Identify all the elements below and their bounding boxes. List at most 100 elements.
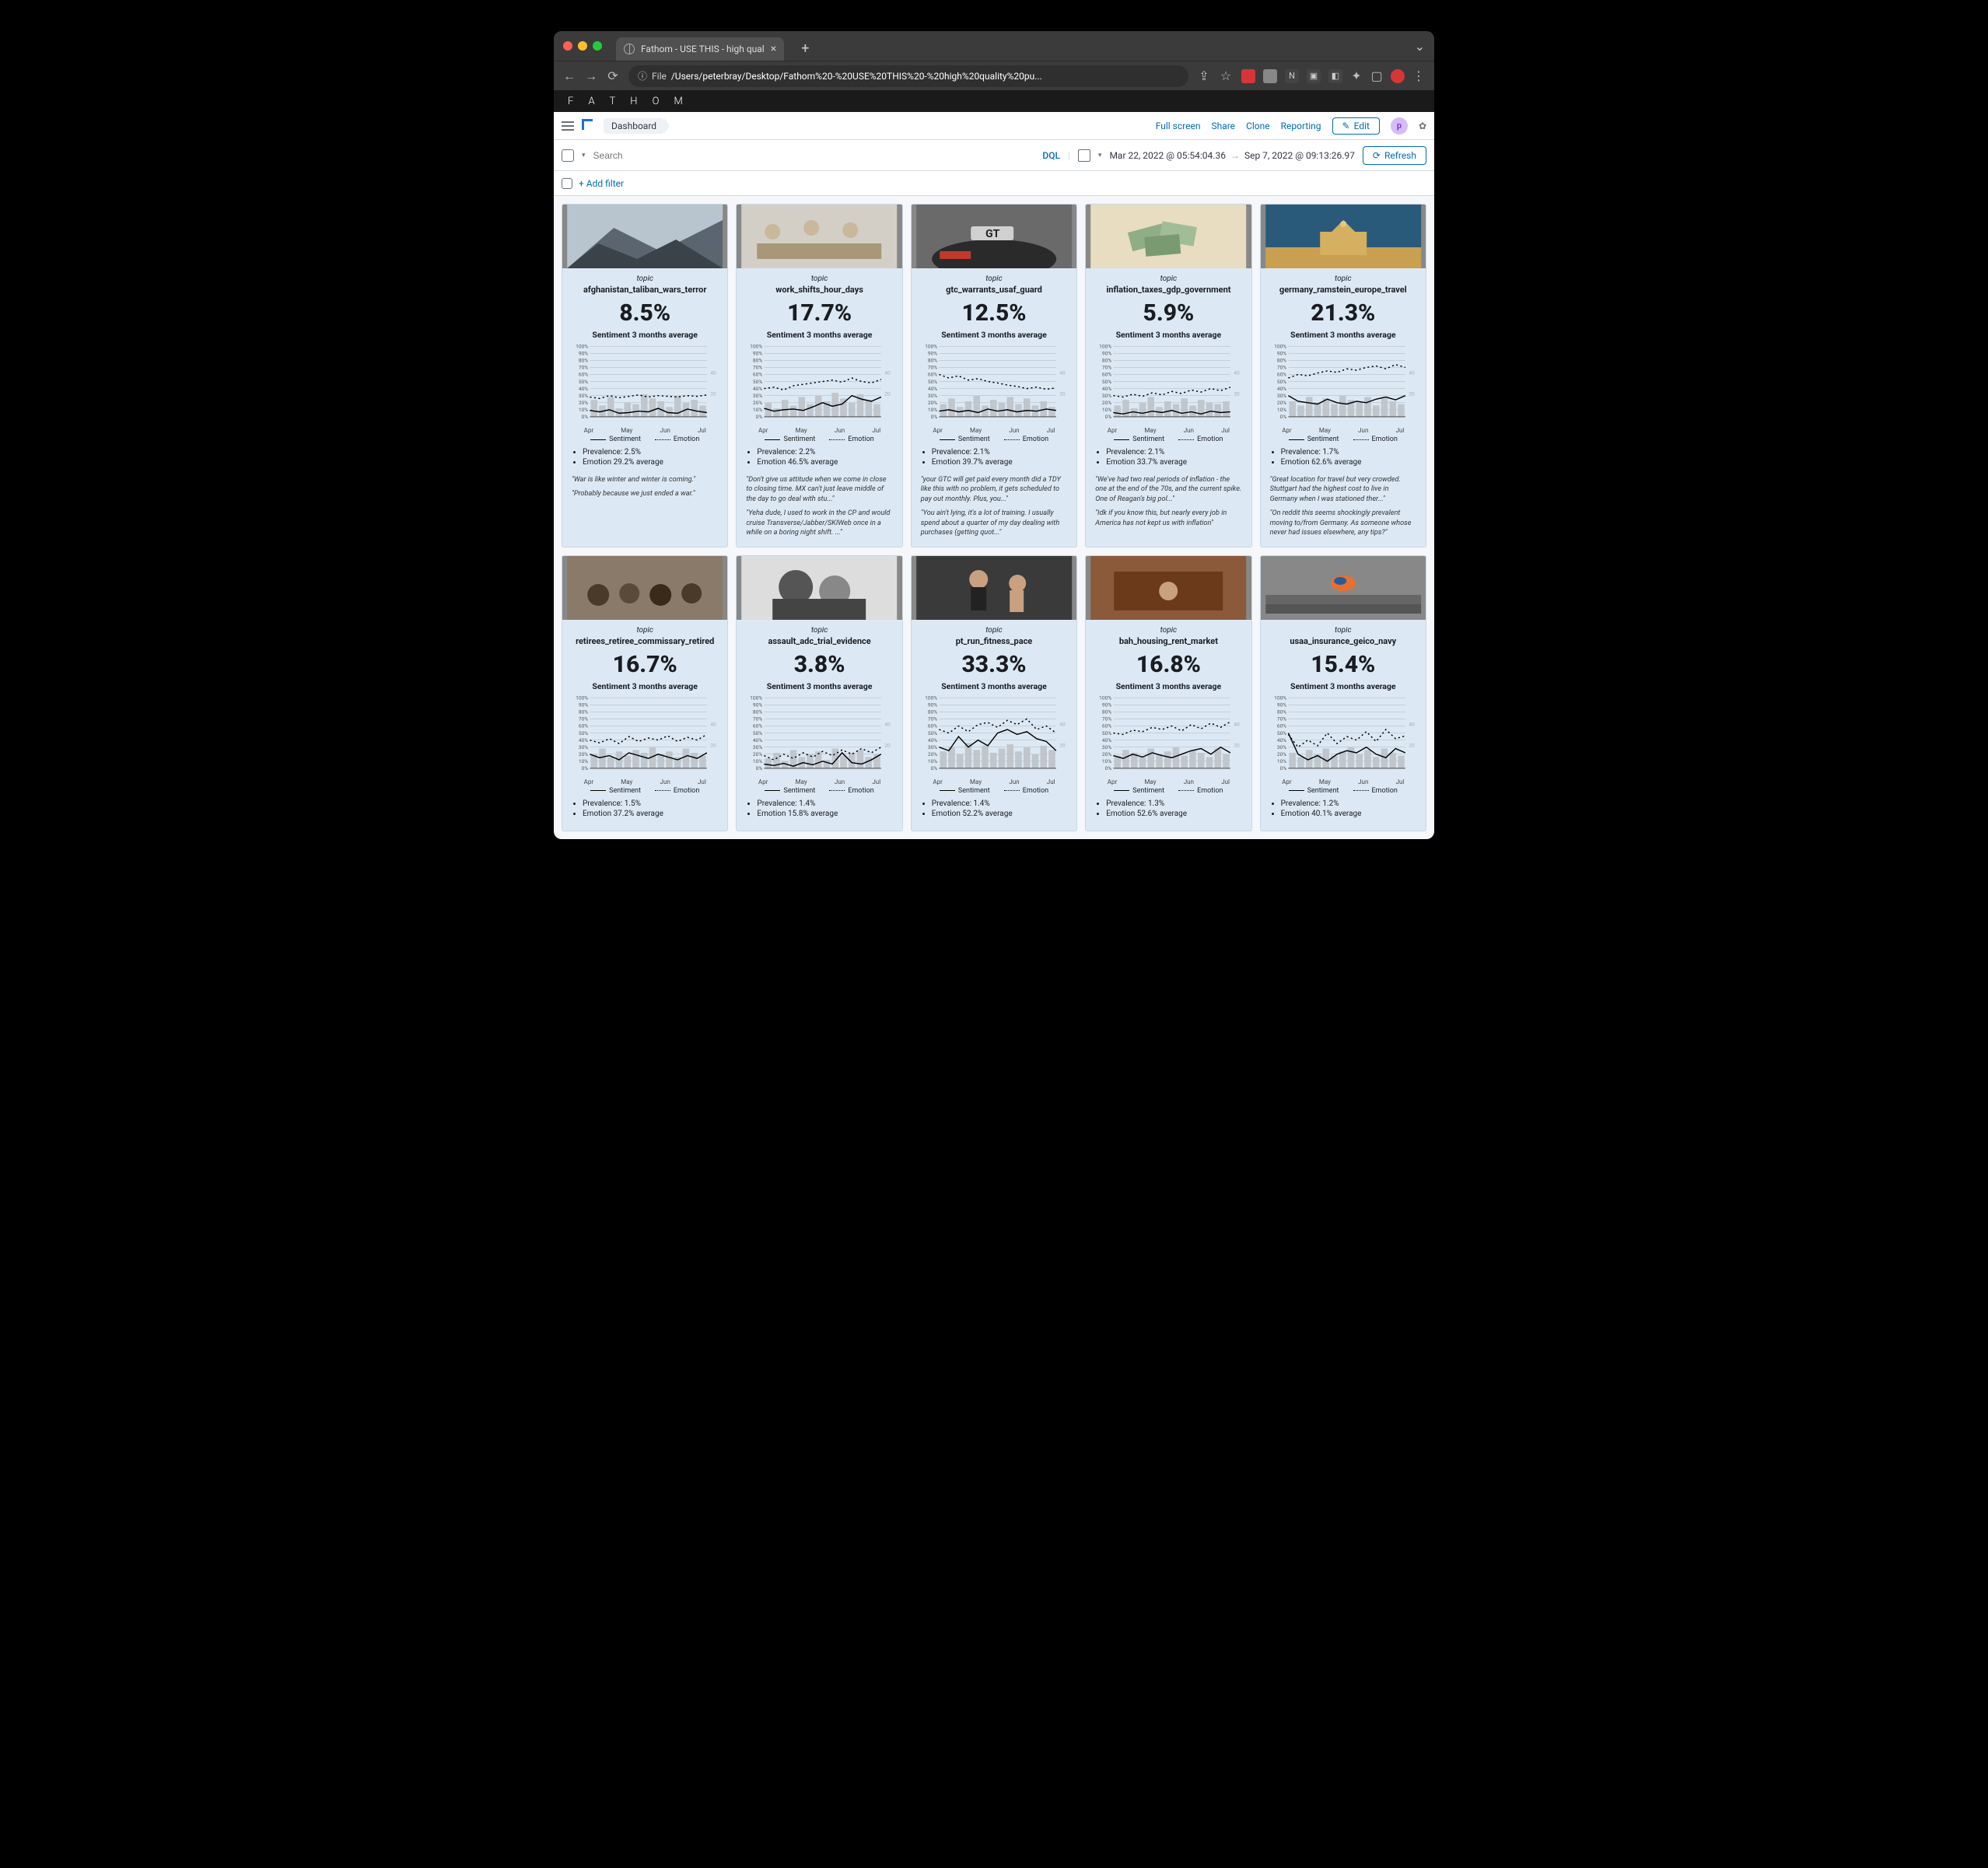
prevalence-value: Prevalence: 2.5%: [583, 448, 716, 457]
dotted-line-icon: [1353, 439, 1369, 440]
topic-card[interactable]: topic germany_ramstein_europe_travel 21.…: [1260, 204, 1426, 547]
svg-text:40: 40: [1234, 721, 1240, 727]
svg-text:40%: 40%: [579, 386, 588, 392]
emotion-value: Emotion 46.5% average: [757, 458, 891, 467]
extension-icon[interactable]: [1241, 69, 1255, 83]
extension-icon[interactable]: N: [1285, 69, 1299, 83]
star-icon[interactable]: ☆: [1220, 70, 1232, 82]
extension-icon[interactable]: ◧: [1328, 69, 1342, 83]
titlebar: Fathom - USE THIS - high qual × + ⌄: [554, 31, 1434, 61]
profile-icon[interactable]: [1391, 69, 1405, 83]
minimize-window-button[interactable]: [578, 41, 587, 51]
panel-icon[interactable]: ▢: [1370, 70, 1383, 82]
add-filter-link[interactable]: + Add filter: [579, 178, 624, 189]
svg-text:40: 40: [1059, 721, 1066, 727]
refresh-button[interactable]: ⟳ Refresh: [1363, 146, 1426, 165]
menu-icon[interactable]: ⋮: [1412, 70, 1425, 82]
solid-line-icon: [1114, 790, 1129, 791]
sentiment-pct: 16.7%: [570, 651, 719, 678]
dql-toggle[interactable]: DQL: [1042, 150, 1060, 161]
topic-label: topic: [1269, 626, 1418, 635]
legend-sentiment: Sentiment: [1307, 787, 1339, 795]
svg-text:60%: 60%: [753, 722, 762, 729]
legend-emotion: Emotion: [848, 787, 873, 795]
browser-tab[interactable]: Fathom - USE THIS - high qual ×: [616, 37, 784, 61]
svg-text:70%: 70%: [1276, 365, 1286, 371]
forward-icon[interactable]: →: [585, 70, 597, 82]
dotted-line-icon: [1353, 790, 1369, 791]
svg-text:10%: 10%: [579, 407, 588, 413]
topic-card[interactable]: GT topic gtc_warrants_usaf_guard 12.5% S…: [911, 204, 1077, 547]
chevron-down-icon[interactable]: ▾: [1098, 152, 1102, 159]
puzzle-icon[interactable]: ✦: [1350, 70, 1363, 82]
sentiment-subhead: Sentiment 3 months average: [1094, 681, 1243, 691]
app-logo-icon[interactable]: [582, 119, 596, 133]
fullscreen-link[interactable]: Full screen: [1156, 121, 1201, 131]
reload-icon[interactable]: ⟳: [607, 70, 619, 82]
solid-line-icon: [1114, 439, 1129, 440]
svg-text:30%: 30%: [1102, 743, 1111, 750]
svg-text:30%: 30%: [753, 393, 762, 399]
svg-text:90%: 90%: [1102, 701, 1111, 708]
clone-link[interactable]: Clone: [1246, 121, 1270, 131]
emotion-value: Emotion 52.6% average: [1106, 810, 1240, 818]
sentiment-subhead: Sentiment 3 months average: [1094, 330, 1243, 340]
sentiment-chart: 100%90%80%70%60%50%40%30%20%10%0%4020: [1094, 696, 1243, 777]
topic-card[interactable]: topic retirees_retiree_commissary_retire…: [562, 555, 728, 831]
svg-text:20%: 20%: [1276, 400, 1286, 406]
card-thumbnail: GT: [912, 205, 1076, 268]
topic-card[interactable]: topic work_shifts_hour_days 17.7% Sentim…: [736, 204, 902, 547]
gear-icon[interactable]: ✿: [1419, 121, 1426, 131]
maximize-window-button[interactable]: [593, 41, 602, 51]
url-field[interactable]: ⓘ File /Users/peterbray/Desktop/Fathom%2…: [628, 65, 1188, 87]
card-thumbnail: [1086, 205, 1251, 268]
reporting-link[interactable]: Reporting: [1281, 121, 1321, 131]
tabs-menu-icon[interactable]: ⌄: [1415, 39, 1425, 54]
breadcrumb[interactable]: Dashboard: [604, 118, 664, 134]
chart-legend: Sentiment Emotion: [919, 436, 1069, 443]
svg-text:60%: 60%: [1276, 372, 1286, 378]
emotion-value: Emotion 40.1% average: [1281, 810, 1415, 818]
topic-card[interactable]: topic usaa_insurance_geico_navy 15.4% Se…: [1260, 555, 1426, 831]
quote-text: "Yeha dude, I used to work in the CP and…: [744, 506, 894, 540]
svg-text:10%: 10%: [1276, 758, 1286, 764]
share-icon[interactable]: ⇪: [1198, 70, 1210, 82]
extension-icon[interactable]: [1263, 69, 1277, 83]
hamburger-icon[interactable]: [562, 121, 574, 131]
extension-icon[interactable]: ▣: [1307, 69, 1321, 83]
new-tab-button[interactable]: +: [801, 40, 809, 57]
topic-card[interactable]: topic pt_run_fitness_pace 33.3% Sentimen…: [911, 555, 1077, 831]
filter-icon[interactable]: [562, 149, 574, 162]
tab-close-icon[interactable]: ×: [771, 43, 776, 55]
emotion-value: Emotion 62.6% average: [1281, 458, 1415, 467]
topic-card[interactable]: topic inflation_taxes_gdp_government 5.9…: [1085, 204, 1251, 547]
calendar-icon[interactable]: [1078, 149, 1090, 162]
chevron-down-icon[interactable]: ▾: [582, 152, 586, 159]
close-window-button[interactable]: [563, 41, 572, 51]
emotion-value: Emotion 52.2% average: [932, 810, 1066, 818]
svg-text:50%: 50%: [1102, 729, 1111, 736]
share-link[interactable]: Share: [1211, 121, 1235, 131]
topic-card[interactable]: topic bah_housing_rent_market 16.8% Sent…: [1085, 555, 1251, 831]
svg-text:90%: 90%: [753, 350, 762, 356]
svg-text:20%: 20%: [579, 400, 588, 406]
svg-text:80%: 80%: [753, 358, 762, 364]
topic-card[interactable]: topic afghanistan_taliban_wars_terror 8.…: [562, 204, 728, 547]
topic-name: afghanistan_taliban_wars_terror: [570, 285, 719, 295]
svg-text:10%: 10%: [753, 407, 762, 413]
chart-xaxis: AprMayJunJul: [744, 778, 894, 785]
svg-text:40%: 40%: [1276, 386, 1286, 392]
back-icon[interactable]: ←: [563, 70, 576, 82]
legend-emotion: Emotion: [1372, 787, 1398, 795]
date-range[interactable]: Mar 22, 2022 @ 05:54:04.36 → Sep 7, 2022…: [1109, 150, 1354, 161]
chart-xaxis: AprMayJunJul: [1269, 427, 1418, 434]
avatar[interactable]: p: [1391, 117, 1408, 135]
svg-text:100%: 100%: [576, 696, 588, 701]
svg-text:70%: 70%: [928, 715, 937, 722]
topic-card[interactable]: topic assault_adc_trial_evidence 3.8% Se…: [736, 555, 902, 831]
search-input[interactable]: [593, 150, 1035, 161]
edit-button[interactable]: ✎ Edit: [1332, 117, 1380, 135]
expand-icon[interactable]: [562, 178, 572, 189]
refresh-icon: ⟳: [1373, 150, 1381, 161]
sentiment-subhead: Sentiment 3 months average: [919, 681, 1069, 691]
